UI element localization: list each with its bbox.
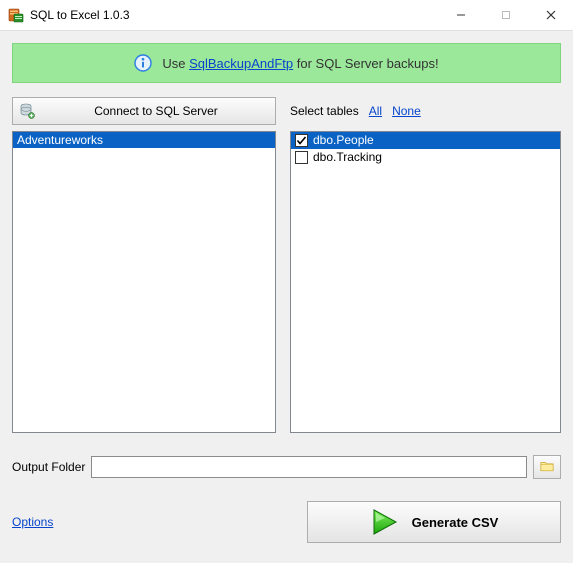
main-columns: Connect to SQL Server Adventureworks Sel… [12, 97, 561, 433]
banner-prefix: Use [162, 56, 189, 71]
banner-link[interactable]: SqlBackupAndFtp [189, 56, 293, 71]
options-link[interactable]: Options [12, 515, 53, 529]
database-list[interactable]: Adventureworks [12, 131, 276, 433]
window-buttons [438, 0, 573, 30]
promo-banner: Use SqlBackupAndFtp for SQL Server backu… [12, 43, 561, 83]
bottom-row: Options Generate CSV [12, 501, 561, 543]
tables-checklist[interactable]: dbo.Peopledbo.Tracking [290, 131, 561, 433]
generate-button-label: Generate CSV [412, 515, 499, 530]
tables-label: Select tables [290, 104, 359, 118]
generate-csv-button[interactable]: Generate CSV [307, 501, 561, 543]
folder-icon [539, 459, 555, 476]
table-checkbox[interactable] [295, 151, 308, 164]
client-area: Use SqlBackupAndFtp for SQL Server backu… [0, 30, 573, 563]
table-name: dbo.Tracking [313, 149, 382, 166]
select-all-link[interactable]: All [369, 104, 382, 118]
banner-suffix: for SQL Server backups! [293, 56, 438, 71]
app-icon [8, 7, 24, 23]
minimize-button[interactable] [438, 0, 483, 30]
titlebar: SQL to Excel 1.0.3 [0, 0, 573, 30]
info-icon [134, 54, 152, 72]
table-name: dbo.People [313, 132, 374, 149]
connect-button-label: Connect to SQL Server [43, 104, 269, 118]
database-add-icon [19, 103, 35, 119]
output-folder-label: Output Folder [12, 460, 85, 474]
play-icon [370, 508, 398, 536]
select-none-link[interactable]: None [392, 104, 421, 118]
databases-column: Connect to SQL Server Adventureworks [12, 97, 276, 433]
browse-folder-button[interactable] [533, 455, 561, 479]
table-checkbox[interactable] [295, 134, 308, 147]
window-title: SQL to Excel 1.0.3 [30, 8, 438, 22]
close-button[interactable] [528, 0, 573, 30]
table-row[interactable]: dbo.Tracking [291, 149, 560, 166]
connect-sql-button[interactable]: Connect to SQL Server [12, 97, 276, 125]
output-folder-row: Output Folder [12, 455, 561, 479]
banner-text: Use SqlBackupAndFtp for SQL Server backu… [162, 56, 438, 71]
output-folder-input[interactable] [91, 456, 527, 478]
database-row[interactable]: Adventureworks [13, 132, 275, 148]
table-row[interactable]: dbo.People [291, 132, 560, 149]
maximize-button[interactable] [483, 0, 528, 30]
tables-column: Select tables All None dbo.Peopledbo.Tra… [290, 97, 561, 433]
tables-header: Select tables All None [290, 97, 561, 125]
